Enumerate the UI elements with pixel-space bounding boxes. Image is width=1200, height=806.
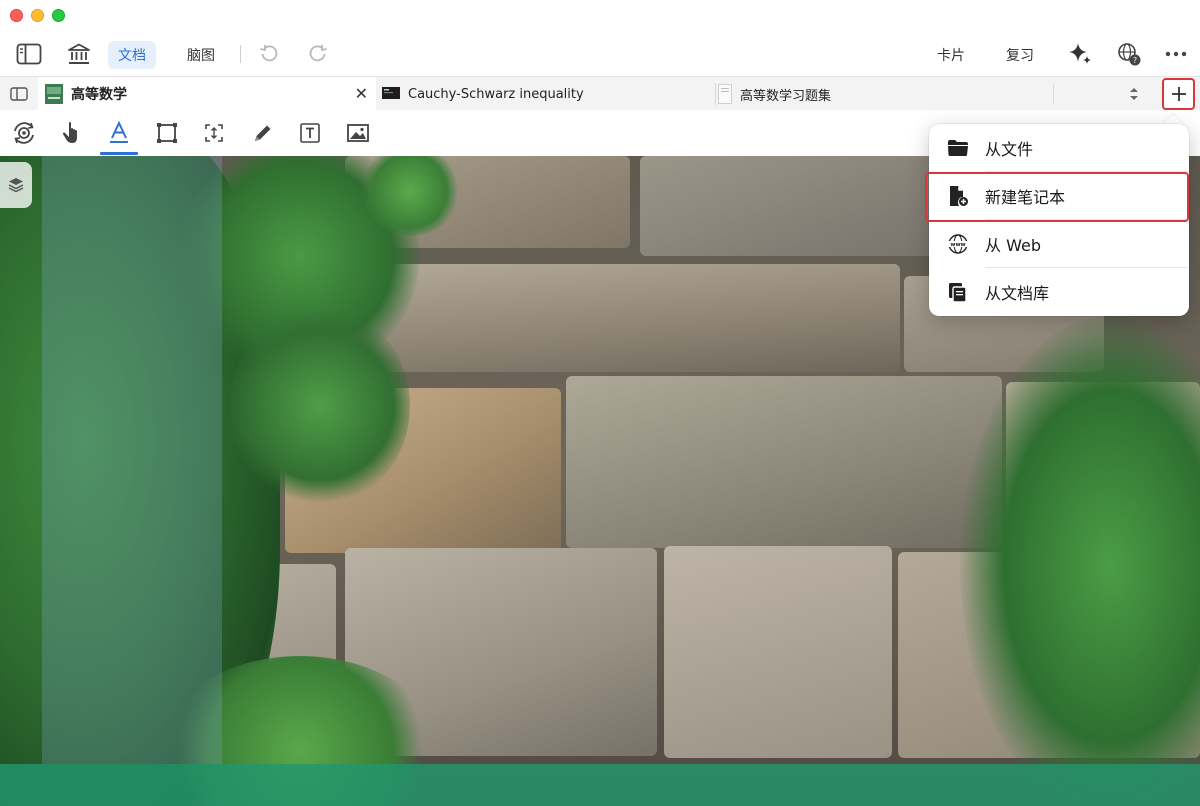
menu-item-label: 新建笔记本 [985,188,1066,207]
folder-icon [947,137,969,159]
layers-button[interactable] [0,162,32,208]
tab-document[interactable]: 文档 [108,41,156,69]
document-tab-bar: 高等数学 ✕ Cauchy-Schwarz inequality 高等数学习题集 [0,76,1200,111]
library-building-icon [68,43,90,64]
library-icon [947,281,969,303]
close-tab-icon[interactable]: ✕ [355,84,368,103]
tab-panel-toggle[interactable] [0,77,38,111]
ellipsis-icon [1165,51,1187,57]
window-minimize-button[interactable] [31,9,44,22]
layers-icon [8,178,24,193]
menu-item-new-notebook[interactable]: 新建笔记本 [929,172,1189,220]
hand-tool-button[interactable] [59,120,85,146]
rectangle-tool-button[interactable] [154,120,180,146]
redo-button[interactable] [305,40,331,68]
menu-item-label: 从 Web [985,236,1041,255]
add-tab-button[interactable] [1162,78,1195,110]
main-toolbar: 文档 脑图 卡片 复习 ? [0,32,1200,76]
doc-tab-title: 高等数学习题集 [740,88,832,104]
add-dropdown-menu: 从文件 新建笔记本 www 从 Web 从文档库 [929,124,1189,316]
globe-question-icon: ? [1118,43,1141,66]
image-icon [347,124,369,142]
review-button[interactable]: 复习 [1006,41,1034,69]
window-maximize-button[interactable] [52,9,65,22]
sidebar-icon [16,43,42,65]
split-view-icon [10,87,28,101]
book-cover-thumbnail-icon [45,84,63,104]
web-help-button[interactable]: ? [1116,40,1142,68]
text-highlight-tool-button[interactable] [106,120,132,146]
redo-icon [309,45,327,62]
page-bottom-band [0,764,1200,806]
page-overlay-band [42,156,222,764]
text-highlight-icon [110,121,128,143]
wall-stone [566,376,1002,548]
sparkle-icon [1069,43,1091,64]
menu-item-from-library[interactable]: 从文档库 [929,268,1189,316]
updown-chevron-icon [1130,88,1138,100]
pen-tool-button[interactable] [250,120,276,146]
doc-tab-2[interactable]: Cauchy-Schwarz inequality [376,77,716,111]
cards-button[interactable]: 卡片 [937,41,965,69]
image-tool-button[interactable] [345,120,371,146]
library-button[interactable] [64,40,94,68]
doc-tab-1[interactable]: 高等数学 ✕ [38,77,376,111]
rotate-gear-icon [14,122,34,144]
doc-tab-3[interactable]: 高等数学习题集 [716,77,1054,111]
new-notebook-icon [947,185,969,207]
page-thumbnail-icon [718,84,732,104]
crop-tool-button[interactable] [201,120,227,146]
tab-list-button[interactable] [1124,77,1144,111]
active-tool-indicator [100,152,138,155]
toolbar-divider [240,45,241,63]
doc-tab-title: Cauchy-Schwarz inequality [408,86,584,102]
hand-pointer-icon [62,122,77,143]
plus-icon [1171,87,1186,101]
undo-icon [260,45,278,62]
doc-tab-title: 高等数学 [71,87,127,103]
menu-item-label: 从文件 [985,140,1034,159]
menu-item-from-file[interactable]: 从文件 [929,124,1189,172]
title-bar [0,0,1200,32]
wall-stone [664,546,892,758]
more-button[interactable] [1164,40,1188,68]
web-icon: www [947,233,969,255]
sidebar-toggle-button[interactable] [14,40,44,68]
window-close-button[interactable] [10,9,23,22]
svg-text:?: ? [1133,56,1137,65]
crop-expand-icon [205,124,223,142]
textbox-tool-button[interactable] [297,120,323,146]
tab-separator [1053,83,1054,105]
pencil-icon [255,125,271,141]
menu-item-from-web[interactable]: www 从 Web [929,220,1189,268]
svg-text:www: www [950,242,965,248]
tab-mindmap[interactable]: 脑图 [177,41,225,69]
menu-item-label: 从文档库 [985,284,1050,303]
rectangle-select-icon [157,123,177,143]
wall-stone [640,156,970,256]
textbox-icon [300,123,320,143]
ai-button[interactable] [1066,40,1094,68]
ivy-leaves [230,306,410,506]
undo-button[interactable] [256,40,282,68]
document-thumbnail-icon [382,87,400,99]
rotate-view-button[interactable] [11,120,37,146]
